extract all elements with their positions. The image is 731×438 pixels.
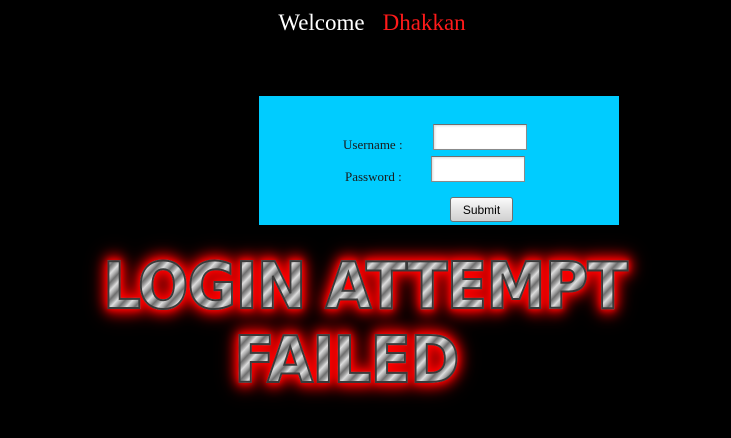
password-label: Password : — [345, 169, 402, 184]
username-label: Username : — [343, 137, 403, 152]
welcome-banner: Welcome Dhakkan — [0, 8, 731, 38]
submit-button[interactable]: Submit — [450, 197, 513, 222]
login-failed-line1: LOGIN ATTEMPT — [102, 249, 629, 325]
welcome-username: Dhakkan — [382, 10, 466, 35]
page: Welcome Dhakkan Username : Password : Sub… — [0, 0, 731, 438]
login-form: Username : Password : Submit — [259, 96, 619, 225]
login-failed-message: LOGIN ATTEMPT FAILED — [53, 249, 676, 399]
welcome-label: Welcome — [278, 10, 365, 35]
password-input[interactable] — [431, 156, 525, 182]
username-input[interactable] — [433, 124, 527, 150]
login-failed-line2: FAILED — [233, 323, 460, 399]
